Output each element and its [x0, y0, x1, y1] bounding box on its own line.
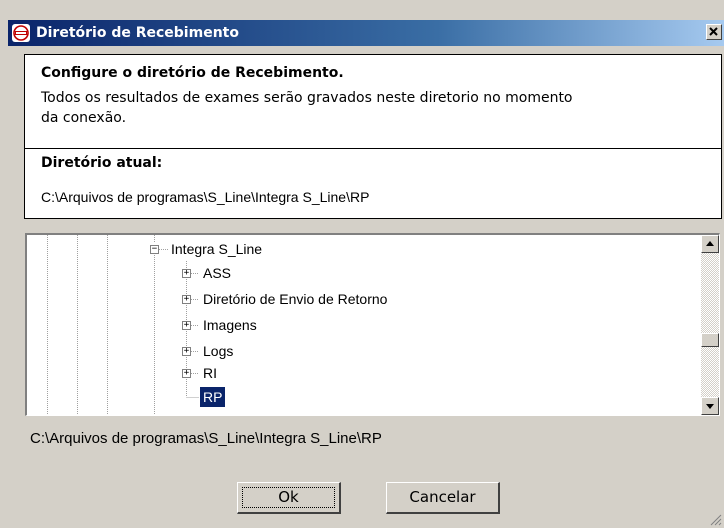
focus-rect: [242, 487, 335, 508]
info-line-1: Todos os resultados de exames serão grav…: [41, 90, 573, 106]
info-line-2: da conexão.: [41, 110, 127, 126]
tree-scrollbar[interactable]: [701, 235, 719, 415]
cancel-button[interactable]: Cancelar: [386, 482, 500, 514]
expand-toggle[interactable]: +: [182, 321, 191, 330]
close-icon: [709, 27, 718, 36]
arrow-down-icon: [706, 404, 714, 409]
scroll-down-button[interactable]: [701, 397, 719, 415]
window-title: Diretório de Recebimento: [36, 25, 239, 41]
tree-item-label: Logs: [203, 343, 234, 359]
folder-tree[interactable]: − Integra S_Line + ASS + Diretório de En…: [25, 233, 720, 416]
tree-item-label-selected: RP: [200, 387, 226, 407]
expand-toggle[interactable]: +: [182, 269, 191, 278]
tree-item-label: RI: [203, 365, 217, 381]
expand-toggle[interactable]: +: [182, 347, 191, 356]
current-dir-panel: Diretório atual: C:\Arquivos de programa…: [24, 148, 722, 219]
current-dir-heading: Diretório atual:: [41, 155, 163, 171]
scroll-up-button[interactable]: [701, 235, 719, 253]
tree-connector-lines: [47, 235, 199, 415]
expand-toggle[interactable]: +: [182, 295, 191, 304]
ok-button[interactable]: Ok: [237, 482, 341, 514]
tree-item-label: Integra S_Line: [171, 241, 263, 257]
app-logo-icon[interactable]: [12, 24, 30, 42]
resize-grip-icon[interactable]: [708, 512, 722, 526]
tree-item-label: Imagens: [203, 317, 257, 333]
collapse-toggle[interactable]: −: [150, 245, 159, 254]
selected-path-text: C:\Arquivos de programas\S_Line\Integra …: [30, 430, 382, 447]
scroll-thumb[interactable]: [701, 333, 719, 347]
info-heading: Configure o diretório de Recebimento.: [41, 65, 344, 81]
title-bar[interactable]: Diretório de Recebimento: [8, 20, 724, 46]
current-dir-path: C:\Arquivos de programas\S_Line\Integra …: [41, 189, 370, 205]
tree-item-label: Diretório de Envio de Retorno: [203, 291, 388, 307]
info-panel: Configure o diretório de Recebimento. To…: [24, 54, 722, 150]
expand-toggle[interactable]: +: [182, 369, 191, 378]
tree-item-label: ASS: [203, 265, 232, 281]
close-button[interactable]: [706, 24, 722, 40]
arrow-up-icon: [706, 241, 714, 246]
cancel-label: Cancelar: [409, 488, 476, 506]
